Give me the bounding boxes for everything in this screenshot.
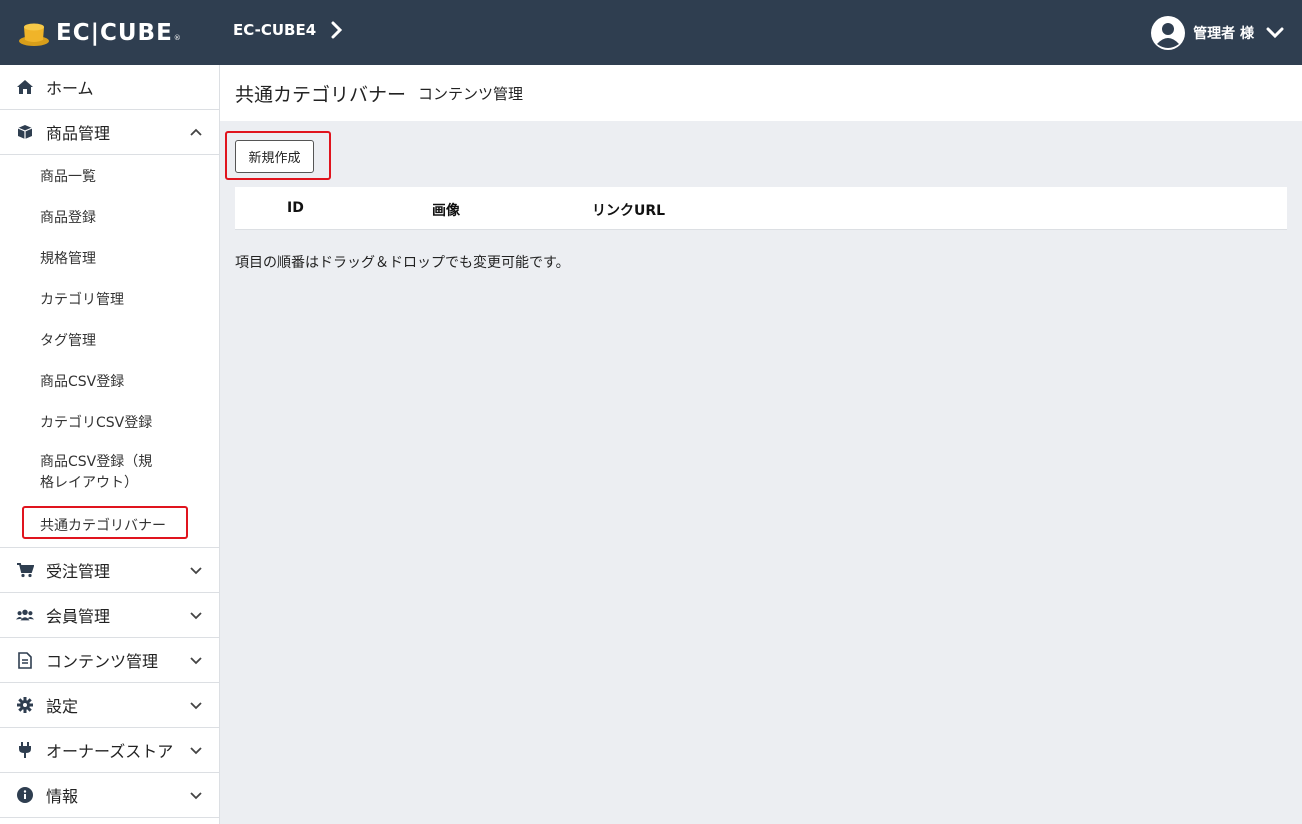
sidebar-item-label: コンテンツ管理 xyxy=(46,652,159,671)
submenu-tag-manage[interactable]: タグ管理 xyxy=(0,319,219,360)
sidebar-item-settings[interactable]: 設定 xyxy=(0,683,219,728)
sidebar-item-owners-store[interactable]: オーナーズストア xyxy=(0,728,219,773)
sidebar-item-label: 設定 xyxy=(46,697,79,716)
chevron-right-icon xyxy=(331,21,343,39)
chevron-down-icon xyxy=(190,612,202,620)
column-header-id: ID xyxy=(287,200,304,216)
sidebar-item-orders[interactable]: 受注管理 xyxy=(0,548,219,593)
chevron-down-icon xyxy=(190,567,202,575)
box-icon xyxy=(16,123,34,141)
submenu-product-csv-class[interactable]: 商品CSV登録（規格レイアウト） xyxy=(0,442,219,504)
sidebar-item-label: 会員管理 xyxy=(46,607,111,626)
submenu-product-list[interactable]: 商品一覧 xyxy=(0,155,219,196)
column-header-image: 画像 xyxy=(432,203,460,219)
product-submenu: 商品一覧 商品登録 規格管理 カテゴリ管理 タグ管理 商品CSV登録 カテゴリC… xyxy=(0,155,219,548)
gear-icon xyxy=(16,696,34,714)
sort-hint-text: 項目の順番はドラッグ＆ドロップでも変更可能です。 xyxy=(235,255,570,271)
info-icon xyxy=(16,786,34,804)
submenu-class-manage[interactable]: 規格管理 xyxy=(0,237,219,278)
cube-hat-icon xyxy=(19,23,49,46)
submenu-category-csv[interactable]: カテゴリCSV登録 xyxy=(0,401,219,442)
page-subtitle: コンテンツ管理 xyxy=(418,84,524,103)
sidebar-item-content[interactable]: コンテンツ管理 xyxy=(0,638,219,683)
logo-text: EC|CUBE xyxy=(56,20,173,46)
page-title: 共通カテゴリバナー xyxy=(235,83,407,106)
users-icon xyxy=(16,606,34,624)
sidebar: ホーム 商品管理 商品一覧 商品登録 規格管理 カテゴリ管理 タグ管理 商品CS… xyxy=(0,65,220,824)
sidebar-item-label: ホーム xyxy=(46,79,94,98)
sidebar-item-home[interactable]: ホーム xyxy=(0,65,219,110)
chevron-down-icon xyxy=(190,747,202,755)
sidebar-item-customers[interactable]: 会員管理 xyxy=(0,593,219,638)
sidebar-item-label: 商品管理 xyxy=(46,124,111,143)
sidebar-item-products[interactable]: 商品管理 xyxy=(0,110,219,155)
sidebar-item-label: 受注管理 xyxy=(46,562,111,581)
submenu-common-category-banner[interactable]: 共通カテゴリバナー xyxy=(0,504,219,545)
highlight-box xyxy=(22,506,188,539)
cart-icon xyxy=(16,561,34,579)
column-header-link-url: リンクURL xyxy=(592,203,666,219)
submenu-category-manage[interactable]: カテゴリ管理 xyxy=(0,278,219,319)
page-header: 共通カテゴリバナー コンテンツ管理 xyxy=(220,65,1302,121)
chevron-down-icon xyxy=(190,702,202,710)
shop-name: EC-CUBE4 xyxy=(233,21,317,39)
file-icon xyxy=(16,651,34,669)
shop-link[interactable]: EC-CUBE4 xyxy=(233,21,344,39)
submenu-product-register[interactable]: 商品登録 xyxy=(0,196,219,237)
chevron-down-icon xyxy=(190,792,202,800)
chevron-up-icon xyxy=(190,128,202,136)
sidebar-item-info[interactable]: 情報 xyxy=(0,773,219,818)
table-header: ID 画像 リンクURL xyxy=(235,187,1287,230)
sidebar-item-label: オーナーズストア xyxy=(46,742,174,761)
chevron-down-icon xyxy=(190,657,202,665)
sidebar-item-label: 情報 xyxy=(46,787,79,806)
new-create-button[interactable]: 新規作成 xyxy=(235,140,314,173)
submenu-product-csv[interactable]: 商品CSV登録 xyxy=(0,360,219,401)
ec-cube-logo[interactable]: EC|CUBE ® xyxy=(18,18,181,48)
user-name: 管理者 様 xyxy=(1193,26,1254,42)
plug-icon xyxy=(16,741,34,759)
home-icon xyxy=(16,78,34,96)
user-avatar-icon xyxy=(1151,16,1186,50)
top-header: EC|CUBE ® EC-CUBE4 管理者 様 xyxy=(0,0,1302,65)
user-menu[interactable]: 管理者 様 xyxy=(1151,16,1284,50)
registered-mark: ® xyxy=(173,34,181,42)
chevron-down-icon xyxy=(1266,27,1284,39)
